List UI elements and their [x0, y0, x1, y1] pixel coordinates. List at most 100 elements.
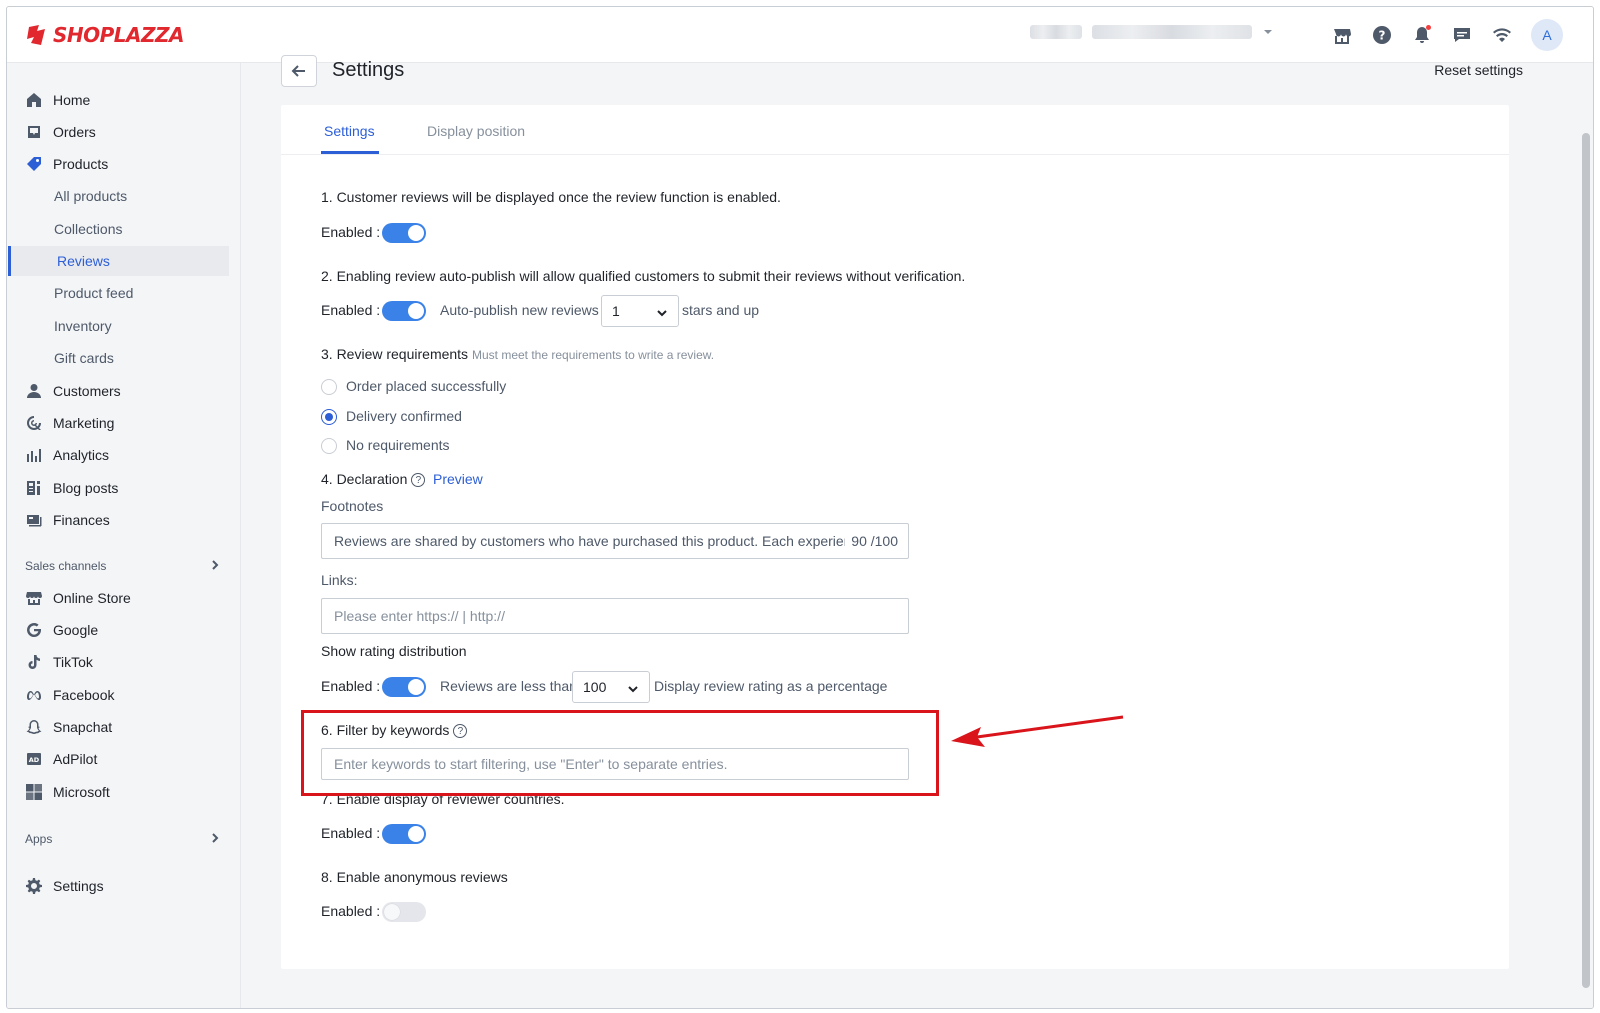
sidebar-item-tiktok[interactable]: TikTok [21, 647, 229, 677]
store-icon[interactable] [1331, 24, 1353, 46]
sidebar-item-collections[interactable]: Collections [21, 214, 229, 244]
orders-icon [25, 123, 43, 141]
sidebar-item-blog-posts[interactable]: Blog posts [21, 473, 229, 503]
brand-logo[interactable]: SHOPLAZZA [25, 21, 185, 49]
sidebar-item-finances[interactable]: Finances [21, 505, 229, 535]
sidebar-item-orders[interactable]: Orders [21, 117, 229, 147]
svg-text:AD: AD [29, 756, 40, 764]
sidebar-item-settings[interactable]: Settings [21, 871, 229, 901]
microsoft-icon [25, 783, 43, 801]
reset-settings-button[interactable]: Reset settings [1434, 62, 1523, 78]
enabled-label: Enabled : [321, 302, 381, 318]
person-icon [25, 382, 43, 400]
store-domain-blurred [1092, 25, 1252, 39]
shoplazza-logo-icon [27, 25, 45, 45]
section-3-hint: Must meet the requirements to write a re… [472, 348, 715, 362]
sidebar-item-reviews[interactable]: Reviews [8, 246, 229, 276]
user-avatar[interactable]: A [1531, 19, 1563, 51]
help-icon[interactable]: ? [1371, 24, 1393, 46]
sidebar-item-product-feed[interactable]: Product feed [21, 278, 229, 308]
highlight-box [301, 710, 939, 796]
auto-publish-toggle[interactable] [382, 301, 426, 321]
radio-no-requirements-label[interactable]: No requirements [346, 437, 450, 453]
store-icon [25, 589, 43, 607]
sidebar-item-microsoft[interactable]: Microsoft [21, 777, 229, 807]
sidebar-item-products[interactable]: Products [21, 149, 229, 179]
annotation-arrow-icon [951, 715, 1124, 747]
finance-icon [25, 511, 43, 529]
arrow-left-icon [291, 65, 305, 77]
review-function-toggle[interactable] [382, 223, 426, 243]
sidebar-item-online-store[interactable]: Online Store [21, 583, 229, 613]
sidebar-item-home[interactable]: Home [21, 85, 229, 115]
rating-distribution-label: Show rating distribution [321, 643, 467, 659]
footnotes-input[interactable]: Reviews are shared by customers who have… [321, 523, 909, 559]
tiktok-icon [25, 653, 43, 671]
sales-channels-header[interactable]: Sales channels [25, 556, 221, 576]
rating-distribution-toggle[interactable] [382, 677, 426, 697]
tab-bar: Settings Display position [281, 105, 1509, 155]
bell-icon[interactable] [1411, 24, 1433, 46]
sidebar-item-analytics[interactable]: Analytics [21, 440, 229, 470]
page-title: Settings [332, 59, 405, 81]
section-3-title: 3. Review requirements [321, 346, 469, 362]
store-switcher[interactable] [1030, 25, 1274, 39]
store-name-blurred [1030, 25, 1082, 39]
section-1-text: 1. Customer reviews will be displayed on… [321, 189, 781, 205]
adpilot-icon: AD [25, 750, 43, 768]
reviews-threshold-select[interactable]: 100 [572, 671, 650, 703]
radio-delivery-confirmed[interactable] [321, 409, 337, 425]
marketing-icon [25, 414, 43, 432]
section-2-text: 2. Enabling review auto-publish will all… [321, 268, 966, 284]
google-icon [25, 621, 43, 639]
sidebar-item-marketing[interactable]: Marketing [21, 408, 229, 438]
top-bar: SHOPLAZZA ? A [7, 7, 1593, 63]
tab-display-position[interactable]: Display position [427, 123, 525, 139]
meta-icon [25, 686, 43, 704]
sidebar-item-customers[interactable]: Customers [21, 376, 229, 406]
reviews-less-label: Reviews are less than [440, 678, 577, 694]
settings-card: Settings Display position 1. Customer re… [281, 105, 1509, 969]
anonymous-reviews-toggle[interactable] [382, 902, 426, 922]
page-scrollbar[interactable] [1579, 63, 1593, 1008]
enabled-label: Enabled : [321, 903, 381, 919]
sidebar-item-google[interactable]: Google [21, 615, 229, 645]
apps-header[interactable]: Apps [25, 829, 221, 849]
active-tab-indicator [321, 151, 379, 154]
radio-order-placed[interactable] [321, 379, 337, 395]
auto-publish-label: Auto-publish new reviews [440, 302, 599, 318]
wifi-icon[interactable] [1491, 24, 1513, 46]
reviewer-countries-toggle[interactable] [382, 824, 426, 844]
sidebar: Home Orders Products All products Collec… [7, 63, 241, 1008]
percentage-label: Display review rating as a percentage [654, 678, 888, 694]
chevron-right-icon [209, 832, 221, 847]
scroll-thumb[interactable] [1582, 133, 1590, 988]
svg-text:?: ? [1379, 29, 1386, 43]
chat-icon[interactable] [1451, 24, 1473, 46]
sidebar-item-inventory[interactable]: Inventory [21, 311, 229, 341]
enabled-label: Enabled : [321, 224, 381, 240]
sidebar-item-adpilot[interactable]: AD AdPilot [21, 744, 229, 774]
chevron-right-icon [209, 559, 221, 574]
question-icon[interactable]: ? [411, 473, 426, 488]
notification-dot [1426, 25, 1431, 30]
chevron-down-icon [627, 682, 639, 694]
sidebar-item-snapchat[interactable]: Snapchat [21, 712, 229, 742]
back-button[interactable] [281, 55, 317, 87]
preview-link[interactable]: Preview [433, 471, 483, 487]
sidebar-item-all-products[interactable]: All products [21, 181, 229, 211]
snapchat-icon [25, 718, 43, 736]
sidebar-item-gift-cards[interactable]: Gift cards [21, 343, 229, 373]
radio-order-placed-label[interactable]: Order placed successfully [346, 378, 506, 394]
section-4-title: 4. Declaration? [321, 471, 426, 488]
home-icon [25, 91, 43, 109]
sidebar-item-facebook[interactable]: Facebook [21, 680, 229, 710]
tab-settings[interactable]: Settings [324, 123, 375, 139]
enabled-label: Enabled : [321, 825, 381, 841]
links-input[interactable]: Please enter https:// | http:// [321, 598, 909, 634]
radio-no-requirements[interactable] [321, 438, 337, 454]
auto-publish-stars-select[interactable]: 1 [601, 295, 679, 327]
stars-suffix: stars and up [682, 302, 760, 318]
blog-icon [25, 479, 43, 497]
radio-delivery-confirmed-label[interactable]: Delivery confirmed [346, 408, 462, 424]
